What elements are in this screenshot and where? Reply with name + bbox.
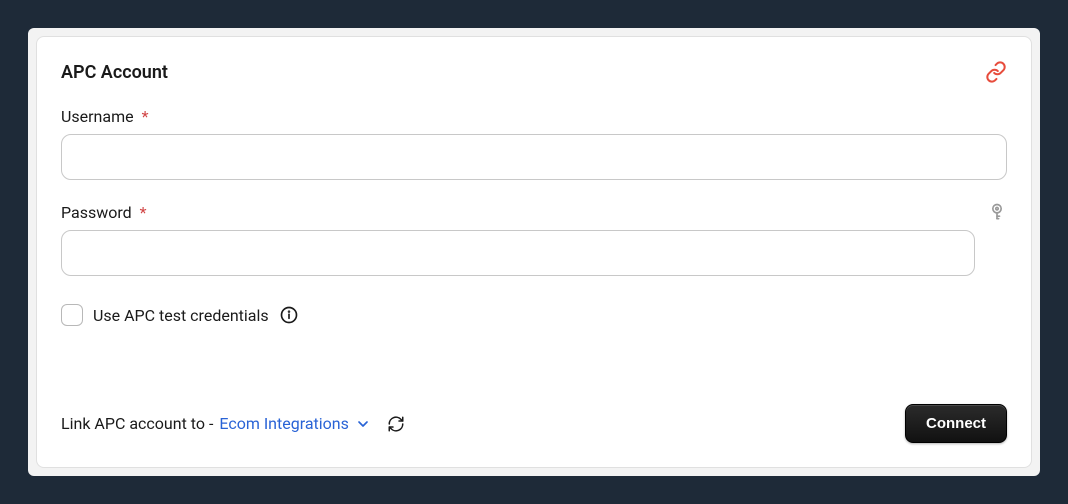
password-field: Password * bbox=[61, 202, 1007, 276]
account-select[interactable]: Ecom Integrations bbox=[219, 414, 371, 433]
password-input[interactable] bbox=[61, 230, 975, 276]
username-required: * bbox=[142, 107, 149, 126]
card-header: APC Account bbox=[61, 61, 1007, 83]
connect-button[interactable]: Connect bbox=[905, 404, 1007, 443]
test-credentials-label: Use APC test credentials bbox=[93, 306, 269, 325]
password-input-wrap bbox=[61, 230, 1007, 276]
outer-container: APC Account Username * Password bbox=[28, 28, 1040, 476]
username-field: Username * bbox=[61, 107, 1007, 180]
link-icon[interactable] bbox=[985, 61, 1007, 83]
link-account-row: Link APC account to - Ecom Integrations bbox=[61, 414, 405, 433]
key-icon[interactable] bbox=[987, 202, 1007, 222]
username-label: Username bbox=[61, 107, 134, 126]
info-icon[interactable] bbox=[279, 305, 299, 325]
account-name: Ecom Integrations bbox=[219, 414, 349, 433]
test-credentials-row: Use APC test credentials bbox=[61, 304, 1007, 326]
password-required: * bbox=[140, 203, 147, 222]
password-label-row: Password * bbox=[61, 202, 1007, 222]
link-prefix: Link APC account to - bbox=[61, 414, 213, 433]
account-card: APC Account Username * Password bbox=[36, 36, 1032, 468]
username-label-row: Username * bbox=[61, 107, 1007, 126]
username-input[interactable] bbox=[61, 134, 1007, 180]
chevron-down-icon bbox=[355, 416, 371, 432]
password-label: Password bbox=[61, 203, 132, 222]
refresh-icon[interactable] bbox=[387, 415, 405, 433]
card-title: APC Account bbox=[61, 62, 168, 83]
test-credentials-checkbox[interactable] bbox=[61, 304, 83, 326]
card-footer: Link APC account to - Ecom Integrations bbox=[61, 404, 1007, 443]
